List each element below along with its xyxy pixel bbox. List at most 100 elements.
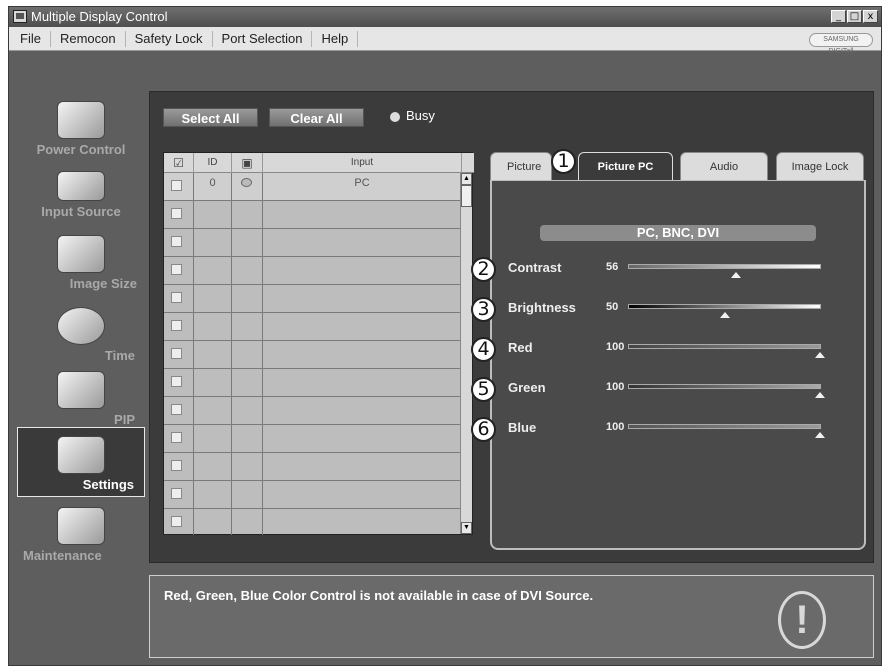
message-panel: Red, Green, Blue Color Control is not av… — [149, 575, 874, 658]
row-checkbox[interactable] — [171, 488, 182, 499]
table-row[interactable] — [164, 285, 462, 313]
nav-pip[interactable]: PIP — [17, 371, 145, 427]
contrast-slider[interactable] — [628, 264, 821, 278]
app-window: Multiple Display Control _ □ x File Remo… — [8, 6, 882, 666]
menu-help[interactable]: Help — [312, 31, 359, 47]
table-row[interactable]: 0 PC — [164, 173, 462, 201]
brightness-slider[interactable] — [628, 304, 821, 318]
row-checkbox[interactable] — [171, 180, 182, 191]
table-row[interactable] — [164, 229, 462, 257]
callout-3: 3 — [471, 297, 496, 322]
table-row[interactable] — [164, 425, 462, 453]
callout-5: 5 — [471, 377, 496, 402]
power-control-icon — [57, 101, 105, 139]
row-checkbox[interactable] — [171, 432, 182, 443]
busy-label: Busy — [406, 108, 435, 123]
image-size-icon — [57, 235, 105, 273]
callout-4: 4 — [471, 337, 496, 362]
brightness-slider-thumb[interactable] — [719, 312, 730, 318]
nav-label: Power Control — [36, 142, 126, 157]
blue-slider-thumb[interactable] — [815, 432, 825, 438]
callout-2: 2 — [471, 257, 496, 282]
nav-label: Settings — [82, 477, 134, 492]
red-slider-thumb[interactable] — [815, 352, 825, 358]
clear-all-button[interactable]: Clear All — [269, 108, 364, 127]
menu-bar: File Remocon Safety Lock Port Selection … — [9, 27, 881, 55]
select-all-button[interactable]: Select All — [163, 108, 258, 127]
row-id: 0 — [194, 173, 232, 201]
pip-icon — [57, 371, 105, 409]
table-row[interactable] — [164, 509, 462, 535]
column-input: Input — [263, 153, 462, 173]
minimize-button[interactable]: _ — [831, 10, 846, 23]
tab-picture-pc[interactable]: Picture PC — [578, 152, 673, 180]
nav-maintenance[interactable]: Maintenance — [17, 507, 145, 563]
contrast-slider-thumb[interactable] — [730, 272, 741, 278]
table-row[interactable] — [164, 341, 462, 369]
busy-indicator-icon — [390, 112, 400, 122]
green-slider[interactable] — [628, 384, 825, 398]
table-header: ☑ ID ▣ Input — [164, 153, 474, 173]
close-button[interactable]: x — [863, 10, 878, 23]
brightness-label: Brightness — [508, 300, 576, 315]
red-slider[interactable] — [628, 344, 825, 358]
scroll-up-icon[interactable]: ▲ — [461, 173, 472, 185]
red-label: Red — [508, 340, 533, 355]
nav-input-source[interactable]: Input Source — [17, 171, 145, 219]
source-label: PC, BNC, DVI — [540, 225, 816, 241]
nav-time[interactable]: Time — [17, 307, 145, 363]
contrast-value: 56 — [606, 261, 619, 273]
app-icon — [13, 10, 27, 23]
row-checkbox[interactable] — [171, 376, 182, 387]
scroll-thumb[interactable] — [461, 185, 472, 207]
maximize-button[interactable]: □ — [847, 10, 862, 23]
row-checkbox[interactable] — [171, 292, 182, 303]
nav-image-size[interactable]: Image Size — [17, 235, 145, 291]
title-bar[interactable]: Multiple Display Control _ □ x — [9, 7, 881, 27]
table-row[interactable] — [164, 397, 462, 425]
brightness-value: 50 — [606, 301, 619, 313]
row-checkbox[interactable] — [171, 320, 182, 331]
nav-power-control[interactable]: Power Control — [17, 101, 145, 157]
row-checkbox[interactable] — [171, 404, 182, 415]
display-table: ☑ ID ▣ Input 0 PC ▲ ▼ — [163, 152, 474, 535]
blue-slider[interactable] — [628, 424, 825, 438]
table-row[interactable] — [164, 369, 462, 397]
table-row[interactable] — [164, 453, 462, 481]
row-checkbox[interactable] — [171, 208, 182, 219]
contrast-label: Contrast — [508, 260, 562, 275]
warning-icon: ! — [778, 591, 826, 649]
blue-label: Blue — [508, 420, 537, 435]
brand-logo: SAMSUNG DIGITall — [809, 33, 873, 55]
scroll-down-icon[interactable]: ▼ — [461, 522, 472, 534]
green-value: 100 — [606, 381, 625, 393]
status-message: Red, Green, Blue Color Control is not av… — [164, 588, 594, 603]
nav-settings[interactable]: Settings — [17, 427, 145, 497]
green-label: Green — [508, 380, 546, 395]
tab-picture[interactable]: Picture — [490, 152, 552, 180]
table-row[interactable] — [164, 313, 462, 341]
settings-tabs-area: Picture Picture PC Audio Image Lock PC, … — [490, 152, 866, 550]
column-status: ▣ — [232, 153, 263, 173]
input-source-icon — [57, 171, 105, 201]
blue-value: 100 — [606, 421, 625, 433]
callout-6: 6 — [471, 417, 496, 442]
tab-image-lock[interactable]: Image Lock — [776, 152, 864, 180]
table-row[interactable] — [164, 481, 462, 509]
menu-port-selection[interactable]: Port Selection — [213, 31, 313, 47]
menu-file[interactable]: File — [11, 31, 51, 47]
select-all-checkbox[interactable]: ☑ — [164, 153, 194, 173]
row-checkbox[interactable] — [171, 236, 182, 247]
column-id: ID — [194, 153, 232, 173]
row-checkbox[interactable] — [171, 516, 182, 527]
row-checkbox[interactable] — [171, 264, 182, 275]
table-scrollbar[interactable]: ▲ ▼ — [460, 173, 472, 534]
green-slider-thumb[interactable] — [815, 392, 825, 398]
menu-remocon[interactable]: Remocon — [51, 31, 126, 47]
table-row[interactable] — [164, 201, 462, 229]
tab-audio[interactable]: Audio — [680, 152, 768, 180]
menu-safety-lock[interactable]: Safety Lock — [126, 31, 213, 47]
row-checkbox[interactable] — [171, 348, 182, 359]
table-row[interactable] — [164, 257, 462, 285]
row-checkbox[interactable] — [171, 460, 182, 471]
